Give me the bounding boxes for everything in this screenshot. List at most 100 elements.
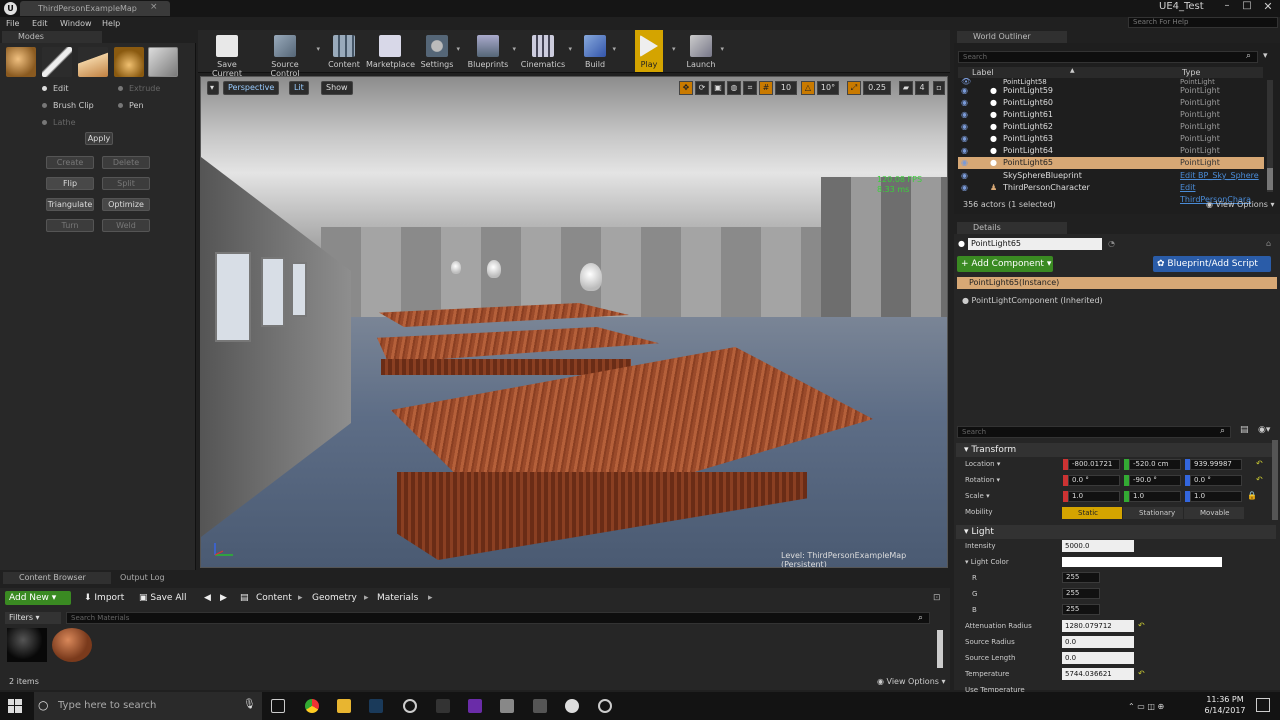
weld-button[interactable]: Weld (102, 219, 150, 232)
microphone-icon[interactable]: 🎙 (243, 699, 256, 710)
eye-icon[interactable]: ◉ (961, 157, 968, 169)
scale-snap-icon[interactable]: ⤢ (847, 81, 861, 95)
breadcrumb-content[interactable]: Content (256, 591, 292, 605)
folder-icon[interactable]: ▤ (240, 591, 249, 605)
maximize-viewport-icon[interactable]: ▫ (933, 81, 945, 95)
triangulate-button[interactable]: Triangulate (46, 198, 94, 211)
marketplace-button[interactable]: Marketplace (366, 30, 415, 72)
apply-button[interactable]: Apply (85, 132, 113, 145)
visual-studio-icon[interactable] (468, 699, 482, 713)
camera-speed-value[interactable]: 4 (915, 81, 929, 95)
scale-icon[interactable]: ▣ (711, 81, 725, 95)
list-item[interactable]: ◉ ● PointLight60 PointLight (958, 97, 1264, 109)
pin-icon[interactable]: ⌂ (1266, 239, 1271, 248)
eye-icon[interactable]: ◉ (961, 109, 968, 121)
level-viewport[interactable]: ▾ Perspective Lit Show ✥ ⟳ ▣ ◍ ⌗ # 10 △ … (200, 76, 948, 568)
menu-file[interactable]: File (6, 17, 19, 30)
system-tray-icons[interactable]: ⌃ ▭ ◫ ⊕ (1128, 702, 1164, 711)
source-length-field[interactable]: 0.0 (1062, 652, 1134, 664)
eye-icon[interactable]: ◉ (961, 133, 968, 145)
menu-window[interactable]: Window (60, 17, 92, 30)
radio-pen[interactable]: Pen (118, 101, 144, 110)
type-column-header[interactable]: Type (1182, 68, 1200, 77)
list-item[interactable]: ◉ ● PointLight61 PointLight (958, 109, 1264, 121)
taskbar-search-input[interactable]: Type here to search (34, 692, 262, 720)
list-item[interactable]: ◉ ♟ ThirdPersonCharacter Edit ThirdPersonCh… (958, 182, 1264, 204)
rotation-z-field[interactable]: 0.0 ° (1190, 475, 1242, 486)
help-search-input[interactable]: Search For Help (1128, 17, 1278, 28)
color-g-field[interactable]: 255 (1062, 588, 1100, 599)
component-instance-row[interactable]: PointLight65(Instance) (957, 277, 1277, 289)
point-light-bulb[interactable] (451, 261, 461, 274)
scale-snap-value[interactable]: 0.25 (863, 81, 891, 95)
eye-icon[interactable]: ◉ (961, 182, 968, 194)
scale-x-field[interactable]: 1.0 (1068, 491, 1120, 502)
grid-snap-icon[interactable]: # (759, 81, 773, 95)
outliner-search-input[interactable]: Search (958, 51, 1258, 63)
content-scrollbar[interactable] (937, 630, 943, 668)
optimize-button[interactable]: Optimize (102, 198, 150, 211)
edit-blueprint-link[interactable]: Edit BP_Sky_Sphere (1180, 170, 1259, 182)
play-button[interactable]: Play (635, 30, 663, 72)
list-item[interactable]: ◉ SkySphereBlueprint Edit BP_Sky_Sphere (958, 170, 1264, 182)
world-local-icon[interactable]: ◍ (727, 81, 741, 95)
details-scrollbar[interactable] (1272, 440, 1278, 520)
settings-button[interactable]: Settings ▾ (420, 30, 460, 72)
launch-button[interactable]: Launch ▾ (684, 30, 724, 72)
location-label[interactable]: Location ▾ (965, 460, 1000, 468)
rotation-x-field[interactable]: 0.0 ° (1068, 475, 1120, 486)
list-item[interactable]: ◉ ● PointLight62 PointLight (958, 121, 1264, 133)
scale-label[interactable]: Scale ▾ (965, 492, 990, 500)
intensity-field[interactable]: 5000.0 (1062, 540, 1134, 552)
filters-button[interactable]: Filters ▾ (5, 612, 61, 624)
menu-edit[interactable]: Edit (32, 17, 48, 30)
minimize-icon[interactable]: – (1218, 0, 1236, 16)
app-icon[interactable] (500, 699, 514, 713)
list-item-selected[interactable]: ◉ ● PointLight65 PointLight (958, 157, 1264, 169)
chrome-icon[interactable] (305, 699, 319, 713)
eye-icon[interactable]: ◉ (961, 145, 968, 157)
details-tab[interactable]: Details (957, 222, 1067, 234)
breadcrumb-geometry[interactable]: Geometry (312, 591, 357, 605)
create-button[interactable]: Create (46, 156, 94, 169)
content-view-options[interactable]: ◉ View Options ▾ (877, 677, 946, 686)
eye-icon[interactable]: ◉ (961, 170, 968, 182)
reset-to-default-icon[interactable]: ↶ (1256, 459, 1263, 468)
lock-scale-icon[interactable]: 🔒 (1247, 491, 1257, 500)
property-matrix-icon[interactable]: ▤ (1240, 425, 1249, 435)
history-back-icon[interactable]: ◀ (204, 591, 211, 605)
point-light-bulb[interactable] (487, 260, 501, 278)
search-materials-input[interactable]: Search Materials (66, 612, 930, 624)
breadcrumb-materials[interactable]: Materials (377, 591, 418, 605)
list-item[interactable]: ◉ ● PointLight63 PointLight (958, 133, 1264, 145)
save-current-button[interactable]: Save Current (202, 30, 252, 78)
landscape-mode-icon[interactable] (78, 47, 108, 77)
history-forward-icon[interactable]: ▶ (220, 591, 227, 605)
color-r-field[interactable]: 255 (1062, 572, 1100, 583)
rotation-label[interactable]: Rotation ▾ (965, 476, 1000, 484)
add-filter-icon[interactable]: ▾ (1263, 51, 1268, 61)
source-radius-field[interactable]: 0.0 (1062, 636, 1134, 648)
radio-brush-clip[interactable]: Brush Clip (42, 101, 94, 110)
paint-mode-icon[interactable] (42, 47, 72, 77)
black-material-thumbnail[interactable] (7, 628, 47, 662)
app-icon[interactable] (598, 699, 612, 713)
point-light-bulb[interactable] (580, 263, 602, 291)
content-button[interactable]: Content (326, 30, 362, 72)
delete-button[interactable]: Delete (102, 156, 150, 169)
movable-mobility-button[interactable]: Movable (1184, 507, 1244, 519)
light-color-label[interactable]: ▾ Light Color (965, 558, 1009, 566)
blueprints-button[interactable]: Blueprints ▾ (466, 30, 516, 72)
split-button[interactable]: Split (102, 177, 150, 190)
unreal-engine-icon[interactable] (565, 699, 579, 713)
modes-tab[interactable]: Modes (2, 31, 102, 43)
play-options-icon[interactable]: ▾ (672, 45, 676, 53)
light-section-header[interactable]: ▾ Light (956, 525, 1276, 539)
viewport-options-icon[interactable]: ▾ (207, 81, 219, 95)
content-browser-tab[interactable]: Content Browser (3, 572, 111, 584)
output-log-tab[interactable]: Output Log (115, 572, 205, 584)
world-outliner-tab[interactable]: World Outliner (957, 31, 1067, 43)
temperature-field[interactable]: 5744.036621 (1062, 668, 1134, 680)
source-control-button[interactable]: Source Control ▾ (256, 30, 320, 78)
close-tab-icon[interactable]: × (150, 2, 158, 12)
